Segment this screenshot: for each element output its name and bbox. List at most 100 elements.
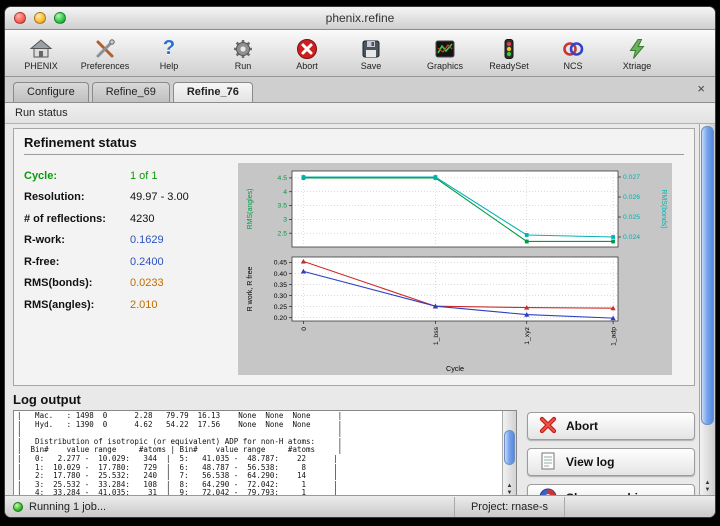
home-icon (29, 36, 53, 62)
project-name: Project: rnase-s (454, 497, 565, 517)
abort-icon (295, 36, 319, 62)
svg-text:1_adp: 1_adp (611, 327, 618, 346)
running-status-text: Running 1 job... (29, 501, 106, 513)
stat-rms-bonds-label: RMS(bonds): (24, 277, 130, 289)
close-window-button[interactable] (14, 12, 26, 24)
stat-cycle: Cycle: 1 of 1 (24, 165, 230, 187)
toolbar-run[interactable]: Run (217, 36, 269, 71)
graphics-icon (433, 36, 457, 62)
stat-resolution-label: Resolution: (24, 191, 130, 203)
svg-text:R work, R free: R work, R free (247, 267, 254, 312)
toolbar-xtriage-label: Xtriage (623, 61, 652, 71)
show-graphics-button[interactable]: Show graphics (527, 484, 695, 495)
lightning-icon (625, 36, 649, 62)
zoom-window-button[interactable] (54, 12, 66, 24)
toolbar-preferences[interactable]: Preferences (79, 36, 131, 71)
stat-reflections-value: 4230 (130, 213, 154, 225)
svg-text:0.025: 0.025 (623, 214, 640, 221)
stat-rwork-value: 0.1629 (130, 234, 164, 246)
run-status-header: Run status (5, 103, 715, 124)
tabbar: Configure Refine_69 Refine_76 × (5, 77, 715, 103)
toolbar-ncs[interactable]: NCS (547, 36, 599, 71)
svg-text:0.25: 0.25 (274, 304, 287, 311)
refinement-status-heading: Refinement status (24, 135, 684, 150)
traffic-light-icon (497, 36, 521, 62)
tab-refine-76[interactable]: Refine_76 (173, 82, 253, 102)
refinement-chart: 2.533.544.50.0240.0250.0260.0270.200.250… (238, 163, 672, 375)
svg-text:1_xyz: 1_xyz (524, 326, 531, 344)
toolbar: PHENIX Preferences ? Help Run Abort (5, 30, 715, 77)
toolbar-ncs-label: NCS (563, 61, 582, 71)
main-vscroll-thumb[interactable] (701, 126, 714, 425)
stat-rms-angles-label: RMS(angles): (24, 299, 130, 311)
stat-rms-bonds: RMS(bonds): 0.0233 (24, 273, 230, 295)
statusbar: Running 1 job... Project: rnase-s (5, 495, 715, 517)
scroll-content: Refinement status Cycle: 1 of 1 Resoluti… (5, 124, 699, 495)
chart-area: 2.533.544.50.0240.0250.0260.0270.200.250… (238, 163, 672, 375)
svg-text:2.5: 2.5 (278, 230, 288, 237)
svg-text:1_bss: 1_bss (433, 326, 440, 345)
svg-text:0.45: 0.45 (274, 260, 287, 267)
stat-resolution: Resolution: 49.97 - 3.00 (24, 187, 230, 209)
svg-text:3.5: 3.5 (278, 203, 288, 210)
svg-text:0: 0 (301, 327, 308, 331)
window-title: phenix.refine (326, 11, 395, 25)
document-icon (538, 451, 558, 474)
svg-text:4: 4 (283, 189, 287, 196)
log-vscroll-thumb[interactable] (504, 430, 515, 465)
log-output-heading: Log output (13, 392, 695, 407)
stat-cycle-label: Cycle: (24, 170, 130, 182)
toolbar-help[interactable]: ? Help (143, 36, 195, 71)
stat-rms-bonds-value: 0.0233 (130, 277, 164, 289)
stat-rwork: R-work: 0.1629 (24, 230, 230, 252)
svg-text:0.20: 0.20 (274, 315, 287, 322)
minimize-window-button[interactable] (34, 12, 46, 24)
phenix-refine-window: phenix.refine PHENIX Preferences ? Help … (4, 6, 716, 518)
toolbar-save-label: Save (361, 61, 382, 71)
stat-rfree-value: 0.2400 (130, 256, 164, 268)
tab-configure[interactable]: Configure (13, 82, 89, 102)
running-status-icon (13, 502, 23, 512)
stat-reflections: # of reflections: 4230 (24, 208, 230, 230)
toolbar-abort[interactable]: Abort (281, 36, 333, 71)
log-output-box[interactable]: | Mac. : 1498 0 2.28 79.79 16.13 None No… (13, 410, 517, 495)
view-log-button-label: View log (566, 455, 614, 469)
toolbar-preferences-label: Preferences (81, 61, 130, 71)
abort-button[interactable]: Abort (527, 412, 695, 440)
stat-rwork-label: R-work: (24, 234, 130, 246)
toolbar-readyset-label: ReadySet (489, 61, 529, 71)
stat-rfree: R-free: 0.2400 (24, 251, 230, 273)
refinement-status-panel: Refinement status Cycle: 1 of 1 Resoluti… (13, 128, 695, 386)
main-vertical-scrollbar[interactable]: ▲▼ (699, 124, 715, 495)
svg-text:0.30: 0.30 (274, 293, 287, 300)
question-icon: ? (163, 36, 175, 62)
main-vscroll-arrows[interactable]: ▲▼ (700, 480, 715, 494)
gear-icon (231, 36, 255, 62)
abort-icon (538, 415, 558, 438)
toolbar-xtriage[interactable]: Xtriage (611, 36, 663, 71)
view-log-button[interactable]: View log (527, 448, 695, 476)
stat-rms-angles: RMS(angles): 2.010 (24, 294, 230, 316)
titlebar[interactable]: phenix.refine (5, 7, 715, 30)
toolbar-phenix[interactable]: PHENIX (15, 36, 67, 71)
svg-text:4.5: 4.5 (278, 175, 288, 182)
toolbar-graphics-label: Graphics (427, 61, 463, 71)
svg-text:0.35: 0.35 (274, 282, 287, 289)
toolbar-save[interactable]: Save (345, 36, 397, 71)
log-vscroll-arrows[interactable]: ▲▼ (503, 483, 516, 495)
close-tab-icon[interactable]: × (697, 81, 705, 97)
toolbar-graphics[interactable]: Graphics (419, 36, 471, 71)
toolbar-phenix-label: PHENIX (24, 61, 58, 71)
svg-text:3: 3 (283, 217, 287, 224)
stat-resolution-value: 49.97 - 3.00 (130, 191, 189, 203)
stat-rfree-label: R-free: (24, 256, 130, 268)
toolbar-readyset[interactable]: ReadySet (483, 36, 535, 71)
log-vertical-scrollbar[interactable]: ▲▼ (502, 411, 516, 495)
svg-text:Cycle: Cycle (446, 364, 464, 373)
stat-cycle-value: 1 of 1 (130, 170, 158, 182)
svg-text:0.026: 0.026 (623, 194, 640, 201)
svg-text:0.024: 0.024 (623, 234, 640, 241)
tab-refine-69[interactable]: Refine_69 (92, 82, 170, 102)
toolbar-run-label: Run (235, 61, 252, 71)
svg-text:RMS(bonds): RMS(bonds) (660, 189, 667, 228)
